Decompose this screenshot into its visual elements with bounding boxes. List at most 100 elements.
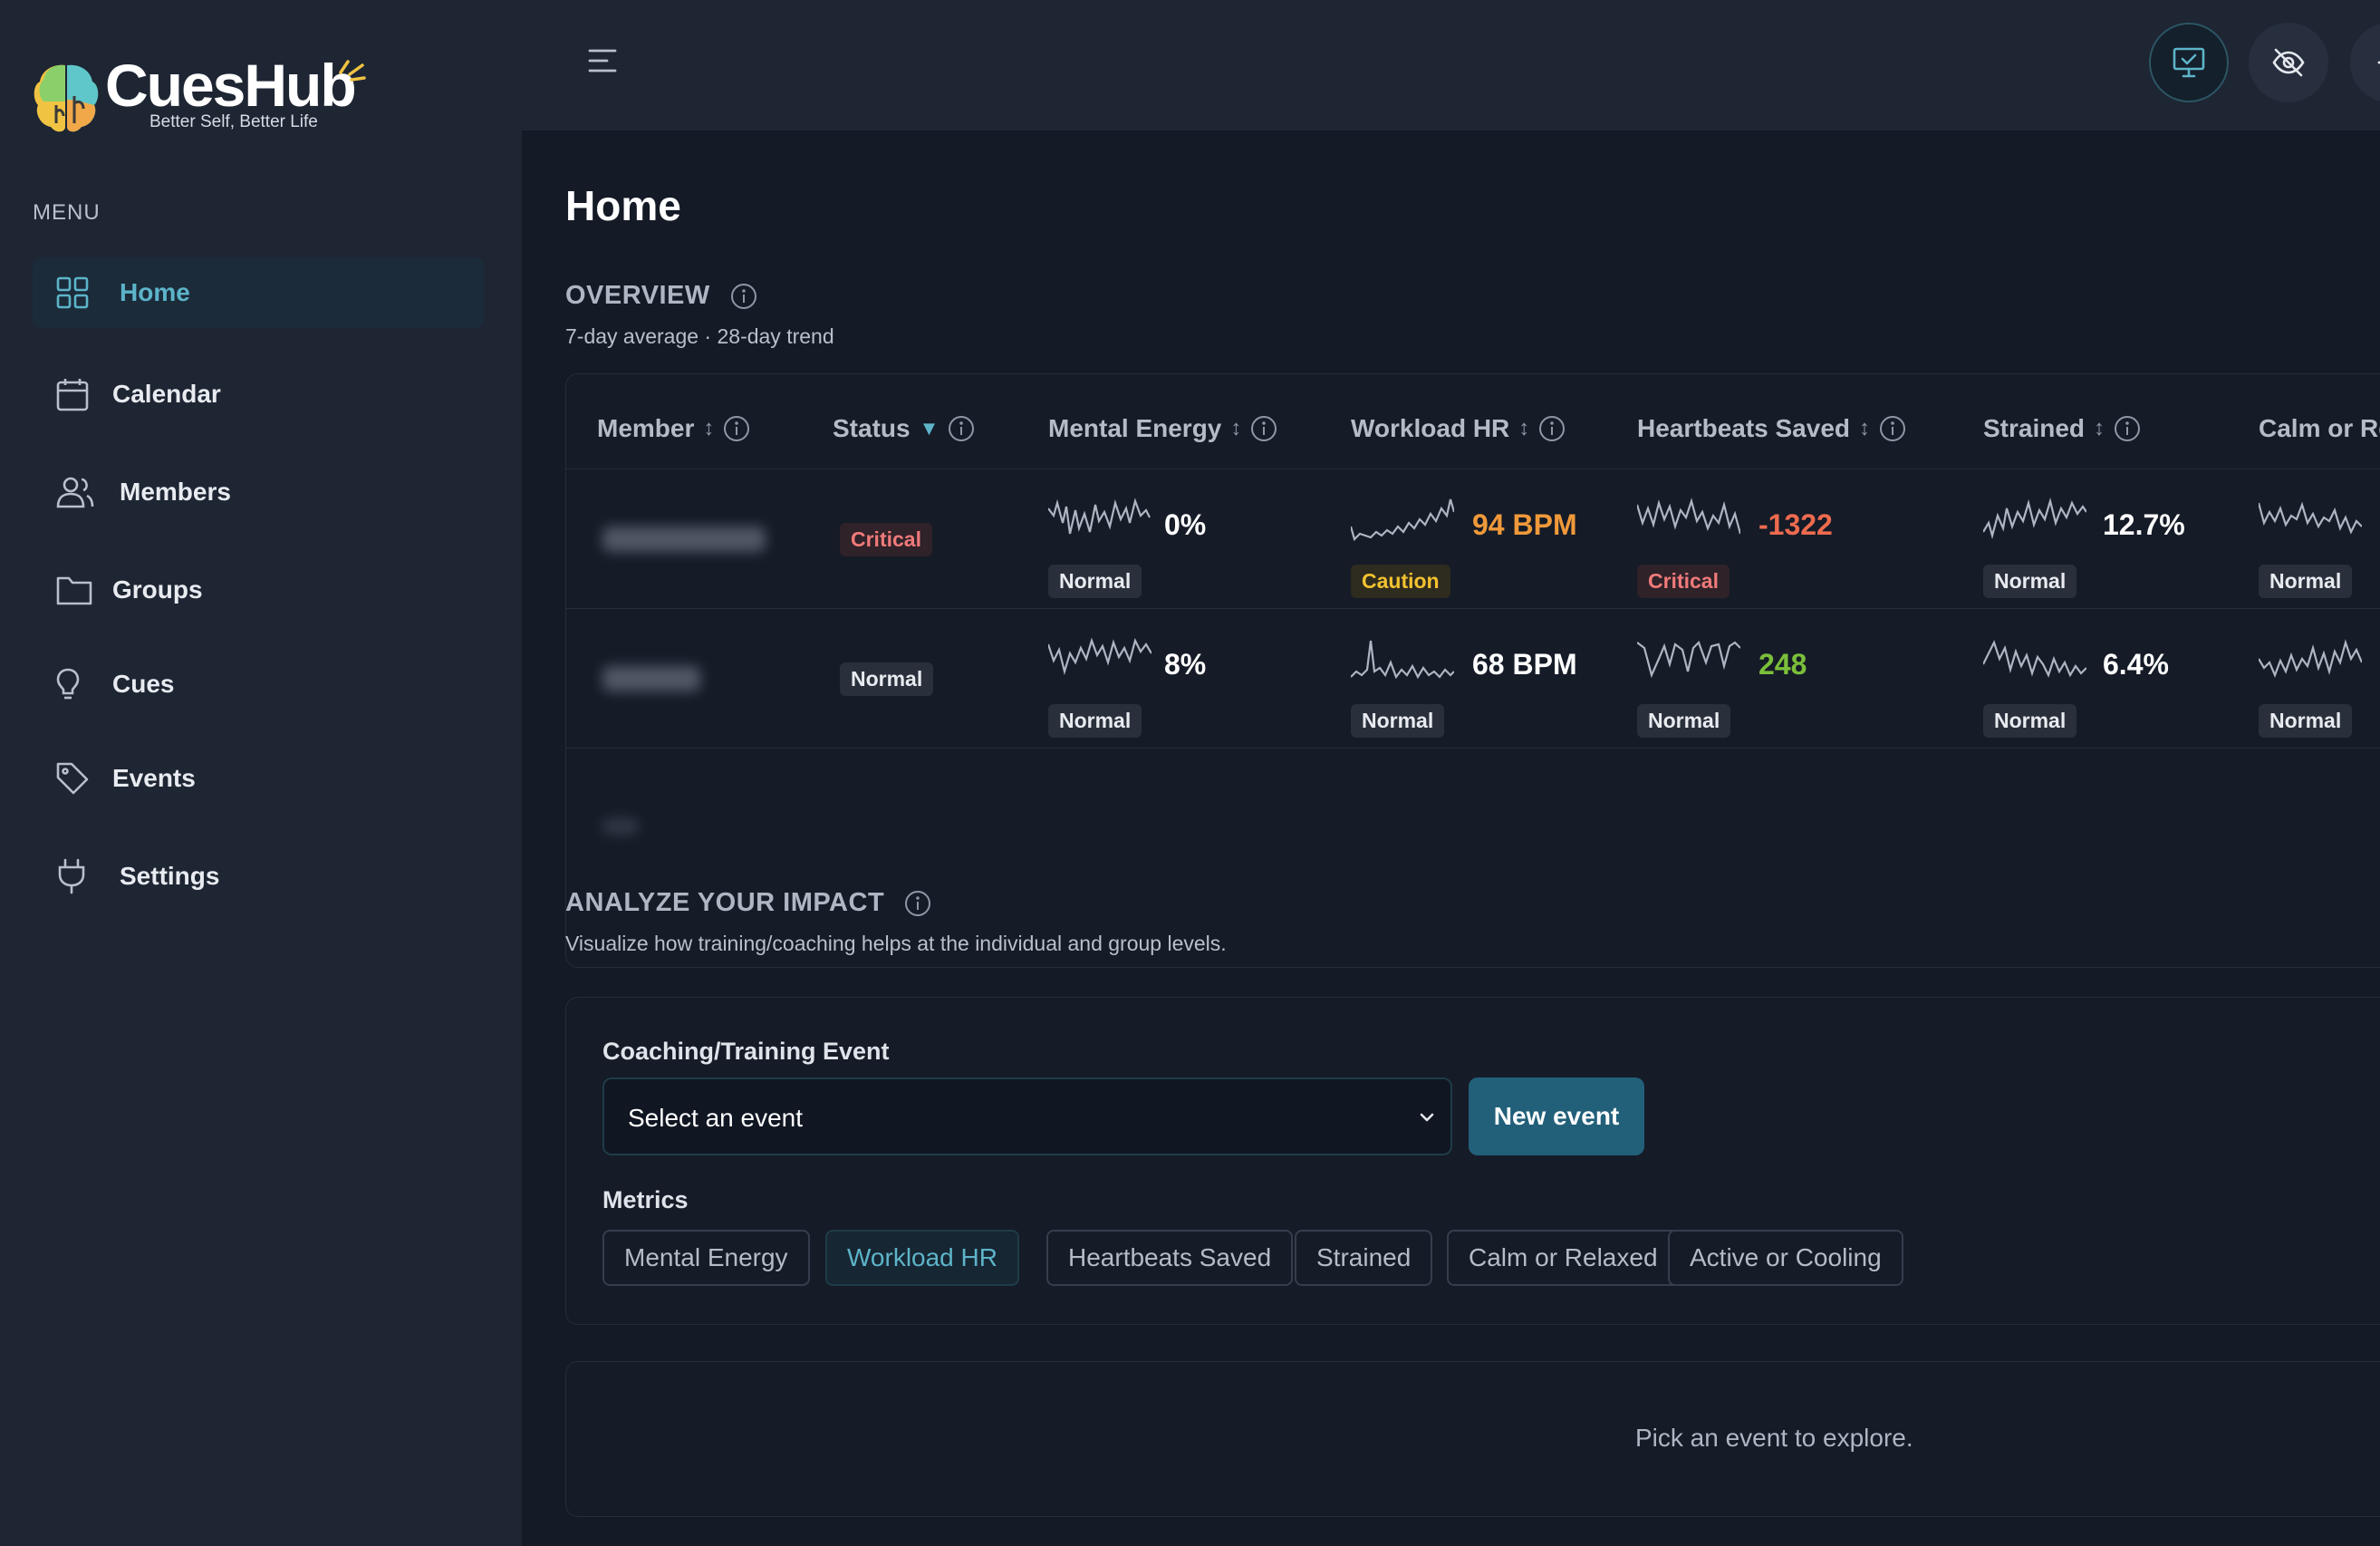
overview-subtitle: 7-day average · 28-day trend xyxy=(565,324,834,348)
strained-badge: Normal xyxy=(1983,565,2077,598)
info-icon[interactable] xyxy=(904,890,931,917)
monitor-button[interactable] xyxy=(2149,23,2229,102)
monitor-check-icon xyxy=(2173,47,2205,78)
info-icon[interactable] xyxy=(1250,415,1277,442)
column-label: Heartbeats Saved xyxy=(1637,414,1851,442)
mental-energy-value: 0% xyxy=(1164,508,1207,541)
grid-icon xyxy=(56,276,89,309)
menu-toggle-icon[interactable] xyxy=(587,45,618,76)
empty-state-text: Pick an event to explore. xyxy=(1635,1424,1913,1452)
sidebar-item-label: Cues xyxy=(112,670,175,698)
sidebar-item-members[interactable]: Members xyxy=(33,457,484,527)
info-icon[interactable] xyxy=(2114,415,2141,442)
impact-heading: ANALYZE YOUR IMPACT xyxy=(565,888,931,918)
sidebar-item-events[interactable]: Events xyxy=(33,743,484,814)
workload-hr-sparkline xyxy=(1351,640,1454,680)
column-label: Mental Energy xyxy=(1048,414,1222,442)
sidebar: CuesHub Better Self, Better Life MENU Ho… xyxy=(0,0,522,1546)
metrics-label: Metrics xyxy=(602,1186,689,1213)
heartbeats-saved-sparkline xyxy=(1637,641,1740,679)
pagination-redacted xyxy=(602,818,639,835)
workload-hr-badge: Caution xyxy=(1351,565,1450,598)
column-label: Calm or Re xyxy=(2259,414,2380,442)
column-header-heartbeats-saved[interactable]: Heartbeats Saved ↕ xyxy=(1637,414,1906,443)
metric-chip-calm-or-relaxed[interactable]: Calm or Relaxed xyxy=(1447,1230,1680,1286)
mental-energy-sparkline xyxy=(1048,637,1151,676)
brain-logo-icon xyxy=(34,64,99,132)
status-badge: Normal xyxy=(840,662,934,696)
calm-sparkline xyxy=(2259,501,2362,535)
sort-desc-icon: ▼ xyxy=(919,417,939,440)
heartbeats-saved-sparkline xyxy=(1637,498,1740,535)
plus-icon xyxy=(2377,61,2380,64)
info-icon[interactable] xyxy=(723,415,750,442)
metric-chip-workload-hr[interactable]: Workload HR xyxy=(825,1230,1019,1286)
info-icon[interactable] xyxy=(730,283,757,310)
heartbeats-saved-badge: Normal xyxy=(1637,704,1731,738)
info-icon[interactable] xyxy=(1879,415,1906,442)
workload-hr-value: 68 BPM xyxy=(1472,648,1577,681)
info-icon[interactable] xyxy=(948,415,975,442)
status-badge: Critical xyxy=(840,523,932,556)
lightbulb-icon xyxy=(56,668,80,700)
sidebar-item-home[interactable]: Home xyxy=(33,257,484,328)
workload-hr-value: 94 BPM xyxy=(1472,508,1577,541)
divider xyxy=(566,608,2380,609)
event-select[interactable]: Select an event xyxy=(602,1077,1452,1155)
sidebar-item-settings[interactable]: Settings xyxy=(33,841,484,912)
sort-icon: ↕ xyxy=(2094,416,2105,440)
main-content: Home OVERVIEW 7-day average · 28-day tre… xyxy=(522,130,2380,1546)
brand-tagline: Better Self, Better Life xyxy=(149,112,318,131)
workload-hr-sparkline xyxy=(1351,498,1454,542)
sidebar-item-label: Calendar xyxy=(112,380,221,408)
sidebar-item-cues[interactable]: Cues xyxy=(33,649,484,720)
strained-value: 6.4% xyxy=(2103,648,2169,681)
new-event-button[interactable]: New event xyxy=(1469,1077,1644,1155)
column-header-status[interactable]: Status ▼ xyxy=(833,414,975,443)
metric-chip-active-or-cooling[interactable]: Active or Cooling xyxy=(1668,1230,1903,1286)
metric-chip-mental-energy[interactable]: Mental Energy xyxy=(602,1230,810,1286)
heartbeats-saved-value: -1322 xyxy=(1759,508,1833,541)
column-header-calm[interactable]: Calm or Re xyxy=(2259,414,2380,443)
folder-icon xyxy=(56,576,92,605)
sidebar-item-calendar[interactable]: Calendar xyxy=(33,359,484,430)
heartbeats-saved-value: 248 xyxy=(1759,648,1807,681)
metric-chip-heartbeats-saved[interactable]: Heartbeats Saved xyxy=(1046,1230,1294,1286)
calm-sparkline xyxy=(2259,639,2362,678)
mental-energy-value: 8% xyxy=(1164,648,1207,681)
event-label: Coaching/Training Event xyxy=(602,1038,890,1065)
metric-chip-strained[interactable]: Strained xyxy=(1295,1230,1433,1286)
mental-energy-badge: Normal xyxy=(1048,565,1142,598)
strained-sparkline xyxy=(1983,640,2086,678)
sidebar-item-label: Groups xyxy=(112,575,203,604)
column-header-workload-hr[interactable]: Workload HR ↕ xyxy=(1351,414,1566,443)
sidebar-item-groups[interactable]: Groups xyxy=(33,555,484,625)
hide-values-button[interactable] xyxy=(2249,23,2328,102)
cueshub-logo[interactable]: CuesHub Better Self, Better Life xyxy=(33,52,377,138)
info-icon[interactable] xyxy=(1538,415,1566,442)
column-header-strained[interactable]: Strained ↕ xyxy=(1983,414,2141,443)
impact-card: Coaching/Training Event Select an event … xyxy=(565,997,2380,1325)
column-header-mental-energy[interactable]: Mental Energy ↕ xyxy=(1048,414,1277,443)
calm-badge: Normal xyxy=(2259,565,2353,598)
brand-name: CuesHub xyxy=(105,52,357,119)
column-label: Strained xyxy=(1983,414,2086,442)
menu-heading: MENU xyxy=(33,200,101,225)
sort-icon: ↕ xyxy=(1518,416,1530,440)
sort-icon: ↕ xyxy=(1859,416,1871,440)
divider xyxy=(566,748,2380,749)
column-label: Status xyxy=(833,414,911,442)
impact-subtitle: Visualize how training/coaching helps at… xyxy=(565,932,1227,955)
chevron-down-icon xyxy=(1420,1113,1434,1122)
event-select-value: Select an event xyxy=(628,1104,804,1132)
add-button[interactable] xyxy=(2350,23,2380,102)
column-header-member[interactable]: Member ↕ xyxy=(597,414,750,443)
member-name-redacted xyxy=(602,666,700,691)
sidebar-item-label: Settings xyxy=(120,862,220,890)
calm-badge: Normal xyxy=(2259,704,2353,738)
sidebar-item-label: Home xyxy=(120,278,190,306)
users-icon xyxy=(56,477,94,508)
strained-value: 12.7% xyxy=(2103,508,2185,541)
overview-table: Member ↕ Status ▼ Mental Energy ↕ Worklo… xyxy=(565,373,2380,968)
sort-icon: ↕ xyxy=(1230,416,1242,440)
